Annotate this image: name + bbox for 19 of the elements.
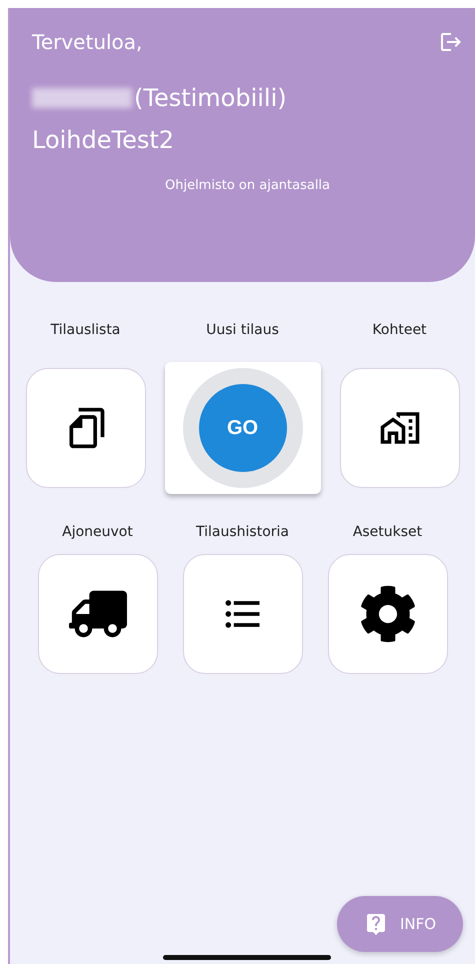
- logout-icon[interactable]: [439, 30, 463, 54]
- greeting-text: Tervetuloa,: [32, 30, 142, 54]
- menu-label: Ajoneuvot: [62, 524, 133, 542]
- menu-label: Uusi tilaus: [206, 322, 279, 340]
- menu-tile[interactable]: [328, 554, 448, 674]
- menu-tile[interactable]: [38, 554, 158, 674]
- status-text: Ohjelmisto on ajantasalla: [164, 178, 330, 193]
- user-name: (Testimobiili): [134, 84, 287, 112]
- site-name: LoihdeTest2: [32, 126, 176, 154]
- menu-label: Tilauslista: [50, 322, 120, 340]
- settings-icon: [358, 585, 416, 643]
- menu-label: Asetukset: [352, 524, 422, 542]
- menu-label: Kohteet: [372, 322, 427, 340]
- menu-tile[interactable]: [340, 368, 460, 488]
- menu-label: Tilaushistoria: [196, 524, 289, 542]
- menu-tile[interactable]: [26, 368, 146, 488]
- info-button[interactable]: INFO: [337, 896, 463, 952]
- menu-tile[interactable]: [182, 554, 302, 674]
- go-button[interactable]: GO: [198, 384, 286, 472]
